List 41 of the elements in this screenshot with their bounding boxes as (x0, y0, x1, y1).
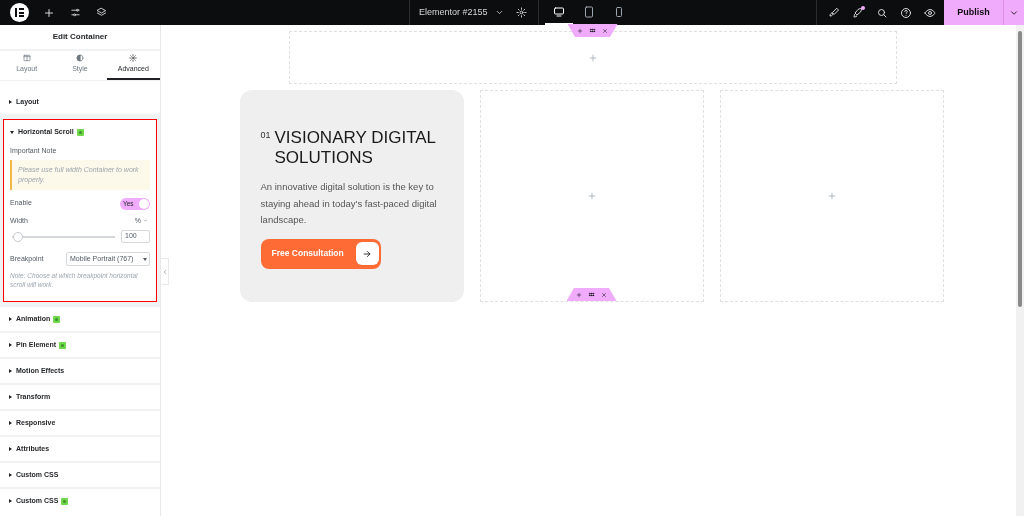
style-icon (76, 54, 84, 63)
caret-icon (9, 421, 12, 425)
tablet-icon (582, 5, 595, 18)
close-icon[interactable] (601, 291, 607, 298)
caret-icon (9, 343, 12, 347)
chevron-left-icon (161, 268, 168, 275)
slider-thumb[interactable] (13, 231, 24, 242)
settings-icon[interactable] (515, 7, 527, 18)
card-description: An innovative digital solution is the key to staying ahead in today's fast-paced digital landscape. (260, 180, 438, 227)
preview-icon[interactable] (924, 6, 936, 19)
desktop-icon (552, 5, 565, 18)
help-icon[interactable] (900, 6, 912, 19)
chevron-down-icon (143, 218, 148, 224)
drag-handle-icon[interactable] (588, 291, 595, 298)
plus-icon[interactable] (43, 6, 55, 19)
card-heading: VISIONARY DIGITAL SOLUTIONS (274, 128, 437, 168)
sliders-icon[interactable] (70, 7, 81, 18)
arrow-right-icon (362, 248, 372, 259)
chevron-down-icon (494, 8, 504, 17)
caret-icon (9, 369, 12, 373)
caret-icon (9, 100, 12, 104)
search-icon[interactable] (876, 6, 888, 19)
caret-icon (9, 499, 12, 503)
advanced-icon (129, 54, 138, 63)
logo-icon[interactable] (10, 3, 29, 22)
scrollbar-thumb[interactable] (1018, 31, 1022, 307)
publish-button[interactable]: Publish (944, 0, 1003, 25)
layers-icon[interactable] (96, 7, 107, 18)
caret-icon (9, 447, 12, 451)
close-icon[interactable] (602, 27, 608, 34)
card-number: 01 (260, 129, 271, 142)
brush-icon[interactable] (828, 6, 840, 19)
caret-icon (9, 473, 12, 477)
caret-icon (9, 317, 12, 321)
caret-icon (10, 130, 14, 134)
caret-icon (9, 395, 12, 399)
container-handle[interactable] (567, 24, 618, 37)
layout-icon (22, 54, 31, 63)
caret-icon (143, 257, 147, 261)
drag-handle-icon[interactable] (589, 27, 596, 34)
document-title[interactable]: Elementor #2155 (419, 5, 504, 20)
